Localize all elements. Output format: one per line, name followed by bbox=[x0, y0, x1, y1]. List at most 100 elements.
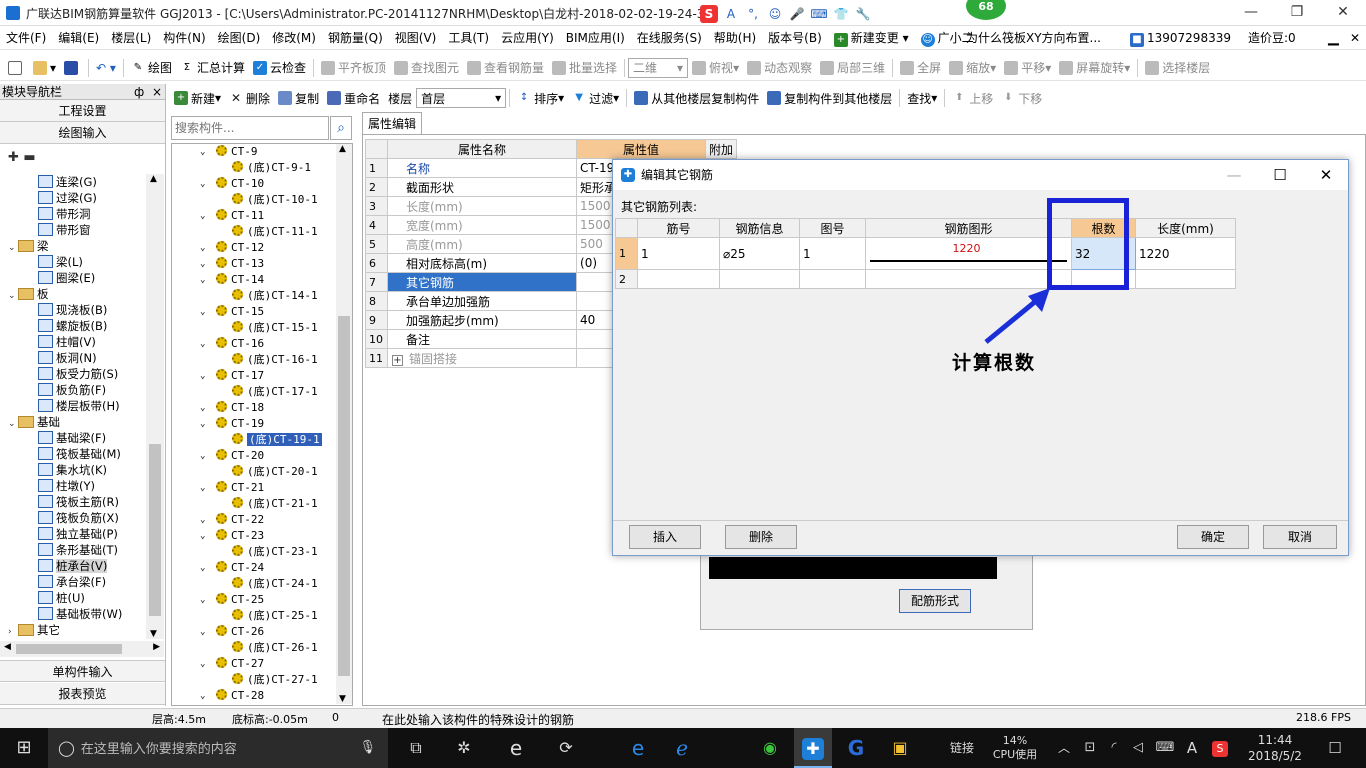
list-item[interactable]: ⌄ CT-15 bbox=[172, 304, 336, 320]
nav-tree-item[interactable]: 筏板主筋(R) bbox=[0, 494, 146, 510]
list-item[interactable]: (底)CT-16-1 bbox=[172, 352, 336, 368]
bar-shape-cell[interactable]: 1220 bbox=[865, 237, 1072, 270]
bar-info-cell[interactable] bbox=[719, 269, 800, 289]
fig-no-cell[interactable] bbox=[799, 269, 866, 289]
scroll-right-icon[interactable]: ▶ bbox=[153, 642, 160, 652]
expand-icon[interactable]: ⌄ bbox=[200, 560, 205, 576]
zoom-button[interactable]: 缩放 ▾ bbox=[945, 57, 1000, 79]
prop-name-cell[interactable]: 截面形状 bbox=[386, 177, 578, 197]
list-item[interactable]: (底)CT-10-1 bbox=[172, 192, 336, 208]
fig-no-cell[interactable]: 1 bbox=[799, 237, 866, 270]
menu-version[interactable]: 版本号(B) bbox=[762, 26, 828, 50]
expand-icon[interactable]: ⌄ bbox=[200, 176, 205, 192]
nav-tree-item[interactable]: 条形基础(T) bbox=[0, 542, 146, 558]
batch-select-button[interactable]: 批量选择 bbox=[548, 57, 621, 79]
bar-no-cell[interactable]: 1 bbox=[637, 237, 720, 270]
notification-center-icon[interactable]: ☐ bbox=[1320, 728, 1350, 768]
list-item[interactable]: (底)CT-19-1 bbox=[172, 432, 336, 448]
prop-name-cell[interactable]: 高度(mm) bbox=[386, 234, 578, 254]
expand-icon[interactable]: ⌄ bbox=[200, 528, 205, 544]
expand-icon[interactable]: ⌄ bbox=[200, 256, 205, 272]
nav-vertical-scrollbar[interactable]: ▲ ▼ bbox=[146, 174, 164, 639]
ie-icon[interactable]: ℯ bbox=[664, 728, 700, 768]
menu-floor[interactable]: 楼层(L) bbox=[105, 26, 157, 50]
nav-tree-item[interactable]: 圈梁(E) bbox=[0, 270, 146, 286]
ime-keyboard-icon[interactable]: ⌨ bbox=[810, 5, 828, 23]
prop-name-cell[interactable]: 加强筋起步(mm) bbox=[386, 310, 578, 330]
swirl-app-icon[interactable]: ⟳ bbox=[550, 728, 582, 768]
mic-icon[interactable]: 🎙 bbox=[359, 728, 376, 768]
list-item[interactable]: ⌄ CT-24 bbox=[172, 560, 336, 576]
list-item[interactable]: (底)CT-26-1 bbox=[172, 640, 336, 656]
prop-name-cell[interactable]: 承台单边加强筋 bbox=[386, 291, 578, 311]
task-view-icon[interactable]: ⧉ bbox=[400, 728, 432, 768]
delete-component-button[interactable]: ✕ 删除 bbox=[225, 87, 274, 109]
nav-tree-item[interactable]: 楼层板带(H) bbox=[0, 398, 146, 414]
list-item[interactable]: (底)CT-17-1 bbox=[172, 384, 336, 400]
nav-tree-item[interactable]: 筏板基础(M) bbox=[0, 446, 146, 462]
copy-from-floor-button[interactable]: 从其他楼层复制构件 bbox=[630, 87, 763, 109]
find-element-button[interactable]: 查找图元 bbox=[390, 57, 463, 79]
expand-icon[interactable]: ⌄ bbox=[200, 400, 205, 416]
nav-close-icon[interactable]: × bbox=[152, 84, 162, 100]
expand-plus-icon[interactable]: + bbox=[391, 354, 403, 366]
sogou-tray-icon[interactable]: S bbox=[1208, 728, 1232, 768]
list-item[interactable]: ⌄ CT-12 bbox=[172, 240, 336, 256]
draw-button[interactable]: ✎ 绘图 bbox=[127, 57, 176, 79]
list-item[interactable]: ⌄ CT-28 bbox=[172, 688, 336, 704]
expand-collapse-icons[interactable]: ✚ ▬ bbox=[0, 144, 165, 170]
menu-bim[interactable]: BIM应用(I) bbox=[560, 26, 631, 50]
view-mode-select[interactable]: 二维 ▾ bbox=[628, 57, 689, 78]
prop-name-cell[interactable]: + 锚固搭接 bbox=[386, 348, 578, 368]
network-icon[interactable]: ⊡ bbox=[1080, 728, 1100, 768]
menu-new-change[interactable]: + 新建变更 ▾ bbox=[828, 26, 915, 50]
delete-row-button[interactable]: 删除 bbox=[725, 525, 797, 549]
nav-tree-item[interactable]: 桩(U) bbox=[0, 590, 146, 606]
undo-icon[interactable]: ↶ ▾ bbox=[92, 57, 120, 79]
menu-component[interactable]: 构件(N) bbox=[157, 26, 211, 50]
bar-no-cell[interactable] bbox=[637, 269, 720, 289]
close-button[interactable]: ✕ bbox=[1320, 0, 1366, 26]
sort-button[interactable]: ↕ 排序 ▾ bbox=[513, 87, 568, 109]
ime-punct-icon[interactable]: °, bbox=[744, 5, 762, 23]
list-item[interactable]: (底)CT-21-1 bbox=[172, 496, 336, 512]
single-input-button[interactable]: 单构件输入 bbox=[0, 660, 165, 682]
prop-name-cell[interactable]: 相对底标高(m) bbox=[386, 253, 578, 273]
dialog-minimize-button[interactable]: — bbox=[1211, 160, 1257, 190]
move-down-button[interactable]: ⬇ 下移 bbox=[997, 87, 1046, 109]
nav-tree-folder[interactable]: ⌄ 基础 bbox=[0, 414, 146, 430]
question-link[interactable]: 为什么筏板XY方向布置... bbox=[966, 26, 1101, 50]
ime-voice-icon[interactable]: 🎤 bbox=[788, 5, 806, 23]
property-edit-tab[interactable]: 属性编辑 bbox=[362, 112, 422, 134]
list-item[interactable]: (底)CT-27-1 bbox=[172, 672, 336, 688]
list-scroll-up-icon[interactable]: ▲ bbox=[339, 144, 346, 154]
menu-file[interactable]: 文件(F) bbox=[0, 26, 52, 50]
pan-button[interactable]: 平移 ▾ bbox=[1000, 57, 1055, 79]
g-app-icon[interactable]: G bbox=[838, 728, 874, 768]
list-item[interactable]: ⌄ CT-9 bbox=[172, 144, 336, 160]
prop-name-cell[interactable]: 备注 bbox=[386, 329, 578, 349]
list-item[interactable]: ⌄ CT-19 bbox=[172, 416, 336, 432]
search-icon[interactable]: ⌕ bbox=[330, 116, 352, 140]
notification-bubble[interactable]: 68 bbox=[966, 0, 1006, 20]
taskbar-search[interactable]: ◯ 在这里输入你要搜索的内容 🎙 bbox=[48, 728, 388, 768]
fan-app-icon[interactable]: ✲ bbox=[448, 728, 480, 768]
nav-tree-item[interactable]: 螺旋板(B) bbox=[0, 318, 146, 334]
list-item[interactable]: (底)CT-9-1 bbox=[172, 160, 336, 176]
menu-tools[interactable]: 工具(T) bbox=[442, 26, 495, 50]
expand-icon[interactable]: ⌄ bbox=[200, 480, 205, 496]
list-item[interactable]: ⌄ CT-18 bbox=[172, 400, 336, 416]
view-rebar-qty-button[interactable]: 查看钢筋量 bbox=[463, 57, 548, 79]
nav-tree-item[interactable]: 筏板负筋(X) bbox=[0, 510, 146, 526]
list-item[interactable]: (底)CT-20-1 bbox=[172, 464, 336, 480]
ime-skin-icon[interactable]: 👕 bbox=[832, 5, 850, 23]
menu-help[interactable]: 帮助(H) bbox=[708, 26, 762, 50]
find-button[interactable]: 查找 ▾ bbox=[903, 87, 941, 109]
list-item[interactable]: (底)CT-15-1 bbox=[172, 320, 336, 336]
dialog-close-button[interactable]: ✕ bbox=[1303, 160, 1349, 190]
open-file-icon[interactable]: ▾ bbox=[29, 57, 60, 79]
nav-tree-item[interactable]: 过梁(G) bbox=[0, 190, 146, 206]
list-item[interactable]: ⌄ CT-25 bbox=[172, 592, 336, 608]
ime-emoji-icon[interactable]: ☺ bbox=[766, 5, 784, 23]
select-floor-button[interactable]: 选择楼层 bbox=[1141, 57, 1214, 79]
